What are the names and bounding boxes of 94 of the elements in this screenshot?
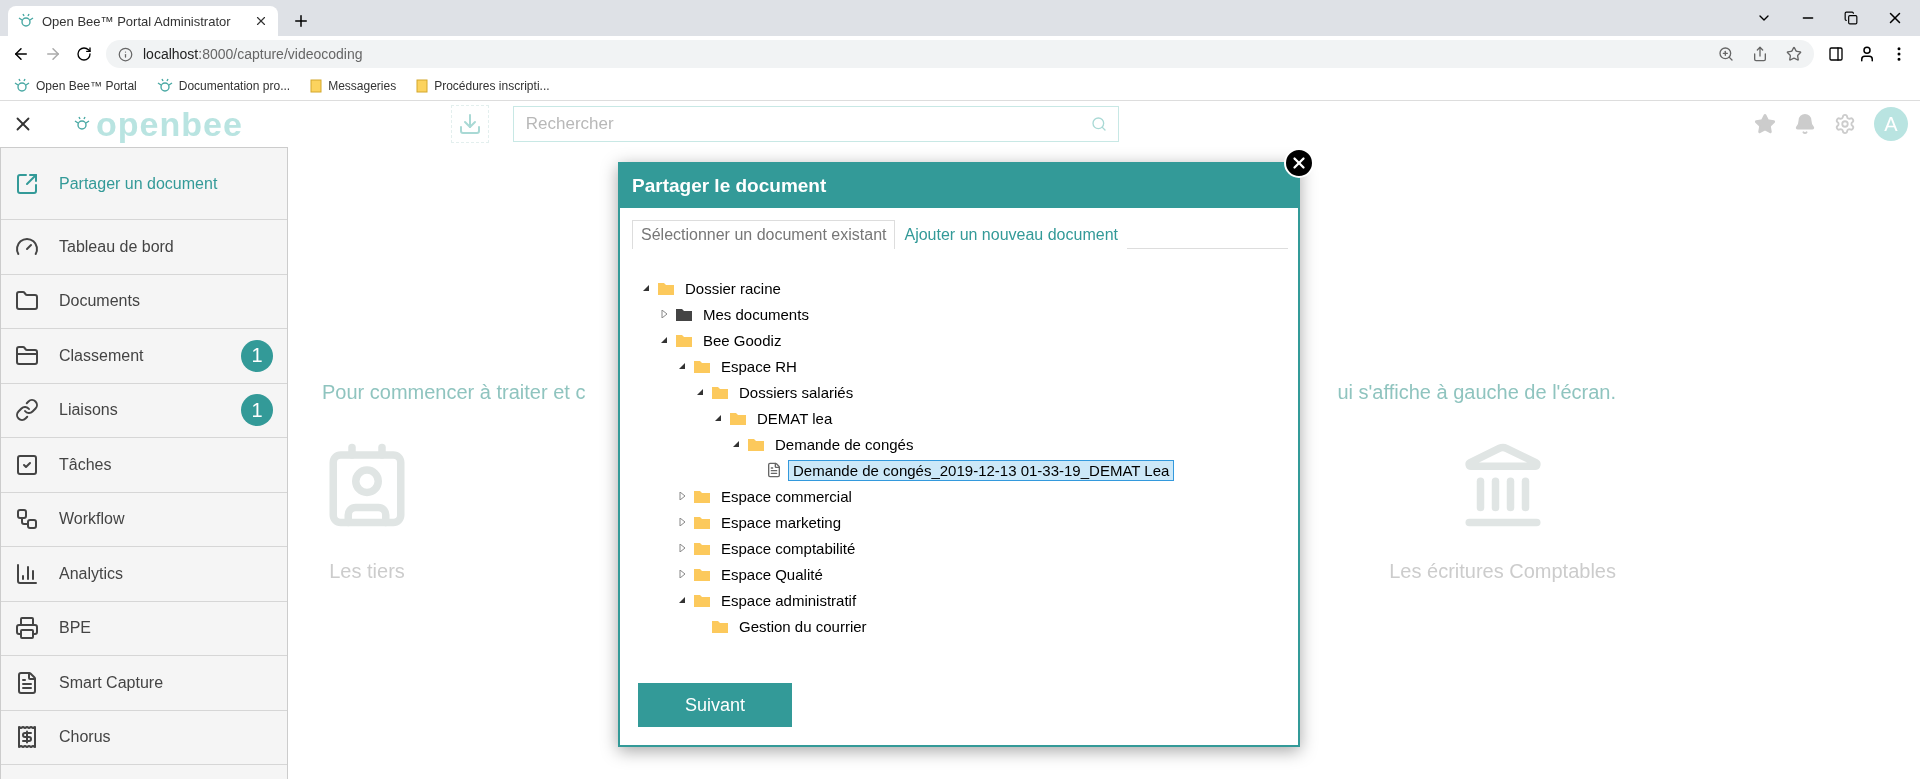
bookmark[interactable]: Messageries	[310, 79, 397, 93]
invoice-icon	[15, 725, 39, 750]
tab-title: Open Bee™ Portal Administrator	[42, 13, 231, 29]
reload-icon[interactable]	[76, 46, 92, 62]
share-icon	[15, 171, 39, 196]
sidebar-item[interactable]: Liaisons 1	[1, 383, 287, 438]
bookmark-star-icon[interactable]	[1786, 46, 1802, 62]
folder-icon	[694, 541, 710, 555]
folder-icon	[310, 79, 323, 93]
bookmark[interactable]: Procédures inscripti...	[416, 79, 550, 93]
tree-item[interactable]: Espace RH	[716, 355, 802, 377]
folder-icon	[416, 79, 429, 93]
folder-icon	[694, 567, 710, 581]
folder-icon	[694, 489, 710, 503]
dialog-title: Partager le document	[632, 175, 827, 197]
intro-text: ui s'affiche à gauche de l'écran.	[1337, 381, 1616, 404]
new-tab-icon[interactable]	[292, 12, 310, 30]
restore-icon[interactable]	[1844, 11, 1858, 25]
search-field[interactable]: Rechercher	[512, 106, 1119, 142]
chart-icon	[15, 561, 39, 586]
expanded-toggle-icon[interactable]	[642, 284, 650, 292]
folder-icon	[676, 307, 692, 321]
folder-icon	[712, 385, 728, 399]
download-icon	[457, 112, 482, 136]
folder-icon	[676, 333, 692, 347]
bookmark[interactable]: Open Bee™ Portal	[14, 78, 137, 94]
sidebar-item[interactable]: Documents	[1, 274, 287, 329]
sidebar-item[interactable]: BPE	[1, 601, 287, 656]
side-panel-icon[interactable]	[1828, 46, 1844, 62]
logo-text: openbee	[96, 104, 243, 144]
printer-icon	[15, 616, 39, 641]
folder-icon	[748, 437, 764, 451]
bee-icon	[14, 78, 30, 94]
sidebar-item[interactable]: Smart Capture	[1, 656, 287, 711]
form-icon	[15, 670, 39, 695]
expanded-toggle-icon[interactable]	[678, 362, 686, 370]
collapsed-toggle-icon[interactable]	[678, 570, 686, 578]
tree-item[interactable]: Mes documents	[698, 303, 814, 325]
collapsed-toggle-icon[interactable]	[678, 492, 686, 500]
url-text: localhost:8000/capture/videocoding	[143, 46, 363, 62]
dialog-tab[interactable]: Sélectionner un document existant	[632, 220, 896, 249]
info-icon	[118, 46, 133, 62]
expanded-toggle-icon[interactable]	[660, 336, 668, 344]
bookmark[interactable]: Documentation pro...	[156, 78, 291, 94]
bee-icon	[156, 78, 173, 94]
share-icon[interactable]	[1752, 46, 1768, 62]
collapsed-toggle-icon[interactable]	[678, 544, 686, 552]
tree-item[interactable]: Espace administratif	[716, 589, 862, 611]
sidebar-item[interactable]: Tableau de bord	[1, 220, 287, 275]
tree-item[interactable]: Dossiers salariés	[734, 381, 859, 403]
browser-tab[interactable]: Open Bee™ Portal Administrator	[8, 6, 278, 36]
sidebar-item[interactable]: Tâches	[1, 438, 287, 493]
expanded-toggle-icon[interactable]	[678, 596, 686, 604]
zoom-icon[interactable]	[1718, 46, 1734, 62]
intro-text: Pour commencer à traiter et c	[322, 381, 586, 404]
workflow-icon	[15, 507, 39, 532]
folder-icon	[694, 593, 710, 607]
expanded-toggle-icon[interactable]	[696, 388, 704, 396]
tree-item[interactable]: Espace comptabilité	[716, 537, 861, 559]
close-button[interactable]	[1284, 148, 1314, 178]
tree-item[interactable]: Dossier racine	[680, 277, 786, 299]
expanded-toggle-icon[interactable]	[732, 440, 740, 448]
collapsed-toggle-icon[interactable]	[660, 310, 668, 318]
sidebar-item[interactable]: Classement 1	[1, 329, 287, 384]
count-badge: 1	[241, 339, 273, 372]
document-icon	[766, 462, 782, 478]
close-tab-icon[interactable]	[254, 14, 268, 28]
tree-item[interactable]: Espace commercial	[716, 485, 857, 507]
tree-item[interactable]: Demande de congés	[770, 433, 919, 455]
collapsed-toggle-icon[interactable]	[678, 518, 686, 526]
expanded-toggle-icon[interactable]	[714, 414, 722, 422]
back-icon[interactable]	[12, 45, 30, 63]
address-bar[interactable]: localhost:8000/capture/videocoding	[106, 40, 1814, 68]
link-icon	[15, 398, 39, 423]
tree-item[interactable]: Espace marketing	[716, 511, 847, 533]
folder-icon	[694, 359, 710, 373]
close-icon	[1290, 154, 1308, 172]
tree-item[interactable]: Demande de congés_2019-12-13 01-33-19_DEMAT Lea	[788, 459, 1175, 481]
checkbox-icon	[15, 452, 39, 477]
count-badge: 1	[241, 394, 273, 427]
sidebar-item[interactable]: Chorus	[1, 710, 287, 765]
tree-item[interactable]: DEMAT lea	[752, 407, 838, 429]
bee-logo-icon	[74, 116, 90, 132]
folder-icon	[712, 619, 728, 633]
tree-item[interactable]: Espace Qualité	[716, 563, 828, 585]
sidebar-item[interactable]: Analytics	[1, 547, 287, 602]
folder-icon	[658, 281, 674, 295]
profile-icon[interactable]	[1858, 45, 1876, 63]
tree-item[interactable]: Bee Goodiz	[698, 329, 787, 351]
sidebar-item[interactable]: Workflow	[1, 492, 287, 547]
bee-icon	[18, 13, 34, 29]
tree-item[interactable]: Gestion du courrier	[734, 615, 872, 637]
folder-icon	[730, 411, 746, 425]
folder-icon	[694, 515, 710, 529]
